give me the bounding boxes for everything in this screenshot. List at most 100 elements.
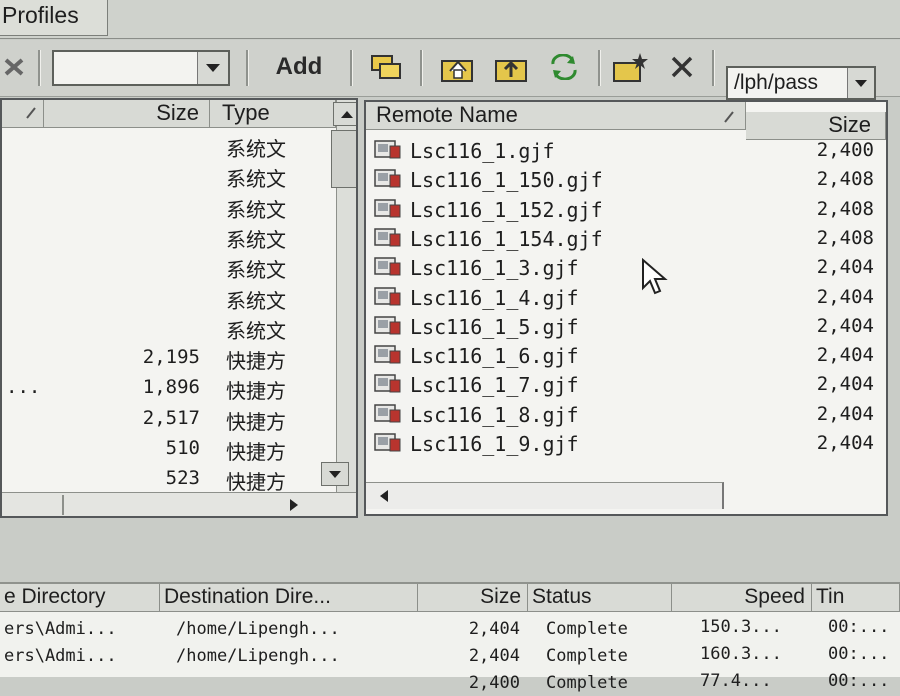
local-type-cell: 快捷方 [226,409,286,434]
remote-name-cell: Lsc116_1_150.gjf [410,168,603,193]
table-row[interactable]: 2,195 快捷方 [2,342,336,373]
delete-icon[interactable] [662,50,702,84]
parent-folder-icon[interactable] [490,50,534,84]
table-row[interactable]: 2,400 Complete 77.4... 00:... [0,670,900,696]
remote-name-cell: Lsc116_1.gjf [410,139,555,163]
file-icon [372,197,402,219]
local-name-header[interactable] [2,100,44,128]
table-row[interactable]: Lsc116_1_152.gjf 2,408 [366,195,886,223]
scroll-thumb[interactable] [331,130,356,188]
local-size-header[interactable]: Size [44,100,210,128]
remote-horizontal-scrollbar[interactable] [366,482,724,509]
table-row[interactable]: Lsc116_1_3.gjf 2,404 [366,253,886,281]
remote-name-cell: Lsc116_1_4.gjf [410,285,579,310]
chevron-down-icon[interactable] [197,52,228,84]
remote-size-cell: 2,404 [816,256,874,279]
queue-dest-header[interactable]: Destination Dire... [160,584,418,612]
local-type-cell: 系统文 [226,197,286,222]
connect-folders-icon[interactable] [364,50,408,84]
profile-combo[interactable] [52,50,230,86]
local-file-list[interactable]: Size Type 系统文 系统文 系统文 系统文 系统文 系统文 系统文 2,195 快捷方.… [0,98,358,518]
table-row[interactable]: 系统文 [2,251,336,282]
new-folder-icon[interactable] [608,50,652,84]
table-row[interactable]: Lsc116_1.gjf 2,400 [366,136,886,164]
remote-name-cell: Lsc116_1_3.gjf [410,256,579,281]
file-icon [372,314,402,336]
local-type-header[interactable]: Type [210,100,336,128]
remote-size-cell: 2,400 [816,139,874,161]
refresh-icon[interactable] [544,50,584,84]
add-button[interactable]: Add [260,50,338,84]
tab-profiles[interactable]: Profiles [0,0,108,36]
file-icon [372,167,402,189]
scroll-left-icon[interactable] [370,484,398,508]
local-horizontal-scrollbar[interactable] [2,492,356,516]
queue-status-cell: Complete [546,619,628,639]
table-row[interactable]: ers\Admi... /home/Lipengh... 2,404 Complete… [0,643,900,669]
table-row[interactable]: Lsc116_1_5.gjf 2,404 [366,312,886,340]
table-row[interactable]: 系统文 [2,130,336,161]
queue-time-cell: 00:... [828,644,890,664]
queue-speed-cell: 160.3... [700,644,782,664]
close-icon[interactable] [0,50,30,84]
local-vertical-scrollbar[interactable] [321,100,356,492]
table-row[interactable]: Lsc116_1_7.gjf 2,404 [366,370,886,398]
table-row[interactable]: 523 快捷方 [2,463,336,495]
local-type-cell: 快捷方 [226,440,286,464]
scroll-right-icon[interactable] [280,493,308,516]
local-size-cell: 510 [165,437,200,459]
table-row[interactable]: 系统文 [2,191,336,222]
queue-size-cell: 2,404 [468,646,520,666]
remote-name-header-label: Remote Name [376,102,518,127]
table-row[interactable]: 2,517 快捷方 [2,403,336,434]
queue-size-header[interactable]: Size [418,584,528,612]
queue-time-header[interactable]: Tin [812,584,900,612]
table-row[interactable]: Lsc116_1_154.gjf 2,408 [366,224,886,252]
remote-size-cell: 2,408 [816,226,874,249]
file-icon [372,285,402,307]
queue-size-cell: 2,400 [468,673,520,693]
queue-source-header[interactable]: e Directory [0,584,160,612]
local-type-cell: 快捷方 [226,470,286,495]
table-row[interactable]: ... 1,896 快捷方 [2,372,336,404]
queue-status-cell: Complete [546,673,628,693]
queue-dest-cell: /home/Lipengh... [176,646,340,666]
remote-name-cell: Lsc116_1_154.gjf [410,226,603,251]
home-folder-icon[interactable] [436,50,480,84]
table-row[interactable]: 510 快捷方 [2,433,336,464]
sort-icon [724,111,734,123]
local-type-cell: 系统文 [226,288,286,313]
local-type-cell: 系统文 [226,137,286,161]
remote-size-cell: 2,404 [816,344,874,367]
queue-status-cell: Complete [546,646,628,666]
queue-time-cell: 00:... [828,617,890,637]
remote-name-header[interactable]: Remote Name [366,102,746,130]
remote-size-header-label: Size [828,112,871,137]
file-icon [372,255,402,277]
remote-name-cell: Lsc116_1_152.gjf [410,197,603,222]
transfer-queue[interactable]: e Directory Destination Dire... Size Sta… [0,582,900,693]
remote-size-cell: 2,404 [816,285,874,308]
table-row[interactable]: 系统文 [2,221,336,252]
table-row[interactable]: ers\Admi... /home/Lipengh... 2,404 Complete… [0,616,900,642]
table-row[interactable]: 系统文 [2,312,336,343]
table-row[interactable]: 系统文 [2,160,336,191]
chevron-down-icon[interactable] [847,68,874,98]
table-row[interactable]: 系统文 [2,282,336,313]
queue-dest-cell: /home/Lipengh... [176,619,340,639]
local-type-cell: 快捷方 [226,379,286,404]
table-row[interactable]: Lsc116_1_6.gjf 2,404 [366,341,886,369]
remote-size-cell: 2,404 [816,432,874,454]
remote-file-list[interactable]: Remote Name Size Lsc116_1.gjf 2,400 Lsc116… [364,100,888,516]
queue-speed-header[interactable]: Speed [672,584,812,612]
table-row[interactable]: Lsc116_1_9.gjf 2,404 [366,429,886,457]
queue-status-header[interactable]: Status [528,584,672,612]
scroll-down-icon[interactable] [321,462,349,486]
remote-path-combo[interactable]: /lph/pass [726,66,876,100]
scroll-up-icon[interactable] [333,102,356,126]
table-row[interactable]: Lsc116_1_150.gjf 2,408 [366,165,886,193]
table-row[interactable]: Lsc116_1_4.gjf 2,404 [366,283,886,311]
local-size-header-label: Size [156,100,199,125]
local-size-cell: 1,896 [142,376,200,399]
table-row[interactable]: Lsc116_1_8.gjf 2,404 [366,400,886,428]
